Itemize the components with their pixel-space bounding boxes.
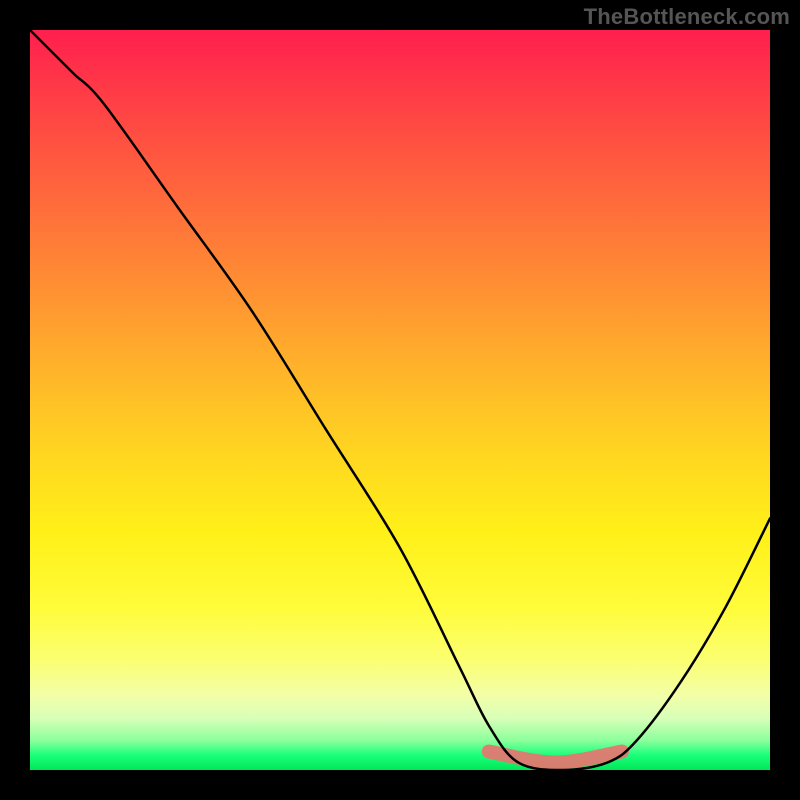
watermark-text: TheBottleneck.com (584, 4, 790, 30)
plot-area (30, 30, 770, 770)
chart-frame: TheBottleneck.com (0, 0, 800, 800)
curve-svg (30, 30, 770, 770)
bottleneck-curve (30, 30, 770, 770)
